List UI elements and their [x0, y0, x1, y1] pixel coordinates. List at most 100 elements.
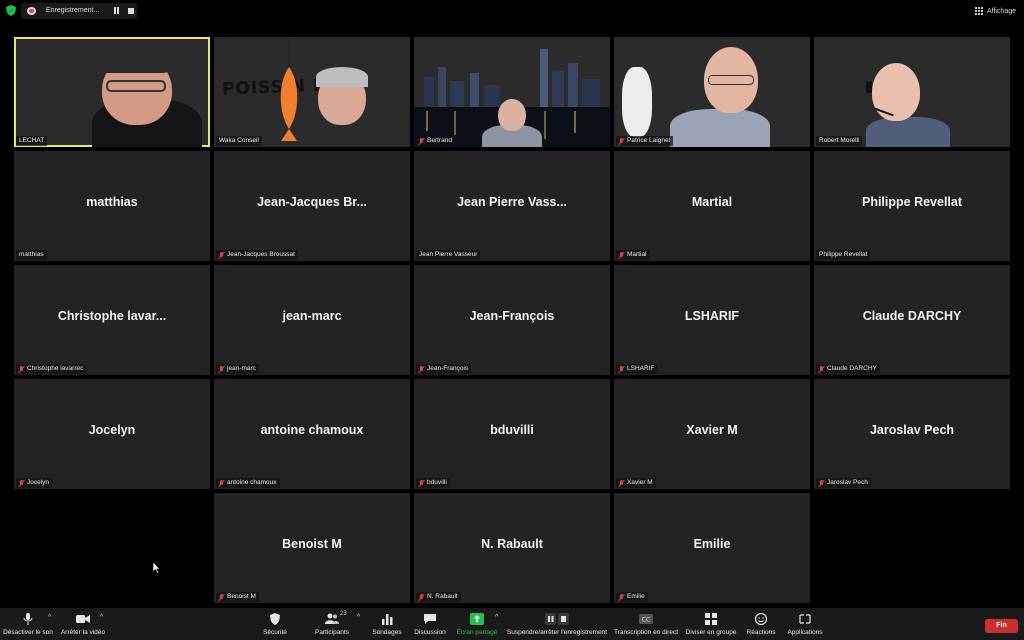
participant-name: Xavier M — [686, 423, 738, 437]
participant-video — [14, 37, 210, 147]
participant-caption: LECHAT — [16, 136, 48, 146]
stop-recording-icon[interactable] — [128, 8, 134, 14]
video-options-caret-icon[interactable]: ^ — [100, 614, 103, 621]
participant-tile[interactable]: matthias matthias — [14, 151, 210, 261]
muted-mic-icon — [219, 593, 225, 601]
share-screen-button[interactable]: Écran partagé — [455, 608, 499, 640]
participant-caption: Bertrand — [416, 136, 455, 146]
participant-tile[interactable]: Jean Pierre Vass... Jean Pierre Vasseur — [414, 151, 610, 261]
apps-icon — [799, 614, 811, 624]
participant-caption: Claude DARCHY — [816, 364, 880, 374]
participant-tile[interactable]: Benoist M Benoist M — [214, 493, 410, 603]
participant-tile[interactable]: Jocelyn Jocelyn — [14, 379, 210, 489]
video-tile-lechat[interactable]: LECHAT — [14, 37, 210, 147]
stop-video-button[interactable]: Arrêter la vidéo — [58, 608, 108, 640]
recording-label: Enregistrement... — [46, 7, 100, 14]
reactions-button[interactable]: Réactions — [742, 608, 780, 640]
share-screen-icon — [470, 613, 484, 625]
mute-button[interactable]: Désactiver le son — [2, 608, 54, 640]
microphone-icon — [23, 613, 33, 625]
participant-name: Jean-Jacques Br... — [257, 195, 367, 209]
participant-tile[interactable]: antoine chamoux antoine chamoux — [214, 379, 410, 489]
end-meeting-button[interactable]: Fin — [985, 619, 1018, 633]
participants-button[interactable]: 23 Participants — [310, 608, 354, 640]
video-label: Arrêter la vidéo — [60, 629, 106, 636]
participants-icon — [325, 613, 339, 624]
participant-tile[interactable]: Christophe lavar... Christophe lavarrec — [14, 265, 210, 375]
mute-label: Désactiver le son — [3, 629, 53, 636]
security-button[interactable]: Sécurité — [255, 608, 295, 640]
recording-icon — [27, 7, 36, 15]
muted-mic-icon — [19, 365, 25, 373]
live-transcript-button[interactable]: CC Transcription en direct — [613, 608, 679, 640]
video-tile-robert-morelli[interactable]: Robert Morelli — [814, 37, 1010, 147]
breakout-rooms-button[interactable]: Diviser en groupe — [684, 608, 738, 640]
bar-chart-icon — [382, 614, 393, 625]
participant-caption: Jaroslav Pech — [816, 478, 871, 488]
muted-mic-icon — [219, 479, 225, 487]
participant-caption: jean-marc — [216, 364, 259, 374]
participant-name: Philippe Revellat — [861, 195, 963, 209]
video-tile-patrice-laignel[interactable]: Patrice Laignel — [614, 37, 810, 147]
participant-tile[interactable]: jean-marc jean-marc — [214, 265, 410, 375]
participant-video — [414, 37, 610, 147]
muted-mic-icon — [819, 365, 825, 373]
participant-name: Christophe lavar... — [57, 309, 167, 323]
shield-icon — [270, 613, 280, 625]
meeting-toolbar: Désactiver le son ^ Arrêter la vidéo ^ S… — [0, 608, 1024, 640]
muted-mic-icon — [619, 137, 625, 145]
participant-name: Jean-François — [469, 309, 555, 323]
muted-mic-icon — [219, 251, 225, 259]
pause-recording-icon[interactable] — [113, 7, 121, 15]
participant-tile[interactable]: Emilie Emilie — [614, 493, 810, 603]
participant-caption: Christophe lavarrec — [16, 364, 87, 374]
participant-tile[interactable]: Jean-Jacques Br... Jean-Jacques Broussat — [214, 151, 410, 261]
video-camera-icon — [76, 615, 90, 623]
video-tile-waka-conseil[interactable]: POISS N RIL ! Waka Conseil — [214, 37, 410, 147]
video-tile-bertrand[interactable]: Bertrand — [414, 37, 610, 147]
shield-icon[interactable] — [6, 5, 16, 16]
recording-control-button[interactable]: Suspendre/arrêter l'enregistrement — [505, 608, 609, 640]
participant-name: Emilie — [693, 537, 731, 551]
chat-button[interactable]: Discussion — [410, 608, 450, 640]
muted-mic-icon — [619, 593, 625, 601]
recording-indicator[interactable]: Enregistrement... — [21, 3, 137, 19]
polls-button[interactable]: Sondages — [368, 608, 406, 640]
participant-name: antoine chamoux — [260, 423, 364, 437]
muted-mic-icon — [619, 251, 625, 259]
participant-tile[interactable]: Jean-François Jean-François — [414, 265, 610, 375]
participant-tile[interactable]: Claude DARCHY Claude DARCHY — [814, 265, 1010, 375]
apps-label: Applications — [787, 629, 823, 636]
apps-button[interactable]: Applications — [784, 608, 826, 640]
participant-caption: Patrice Laignel — [616, 136, 673, 146]
security-label: Sécurité — [263, 629, 287, 636]
participant-tile[interactable]: LSHARIF LSHARIF — [614, 265, 810, 375]
polls-label: Sondages — [372, 629, 402, 636]
participant-caption: Robert Morelli — [816, 136, 863, 146]
share-caret-icon[interactable]: ^ — [495, 614, 498, 621]
chat-bubble-icon — [424, 614, 436, 624]
participant-tile[interactable]: bduvilli bduvilli — [414, 379, 610, 489]
share-label: Écran partagé — [456, 629, 498, 636]
participant-tile[interactable]: Jaroslav Pech Jaroslav Pech — [814, 379, 1010, 489]
participant-video — [814, 37, 1010, 147]
participant-caption: Philippe Revellat — [816, 250, 871, 260]
participant-caption: Xavier M — [616, 478, 656, 488]
participant-tile[interactable]: Philippe Revellat Philippe Revellat — [814, 151, 1010, 261]
mouse-cursor-icon — [153, 562, 161, 574]
participant-tile[interactable]: Xavier M Xavier M — [614, 379, 810, 489]
participant-caption: Jocelyn — [16, 478, 53, 488]
participant-name: Benoist M — [282, 537, 342, 551]
transcript-label: Transcription en direct — [613, 629, 679, 636]
participant-caption: bduvilli — [416, 478, 450, 488]
participant-tile[interactable]: Martial Martial — [614, 151, 810, 261]
participant-video — [614, 37, 810, 147]
breakout-rooms-icon — [705, 613, 717, 625]
participant-tile[interactable]: N. Rabault N. Rabault — [414, 493, 610, 603]
view-button[interactable]: Affichage — [974, 4, 1016, 18]
muted-mic-icon — [619, 479, 625, 487]
participant-caption: antoine chamoux — [216, 478, 280, 488]
participant-name: Claude DARCHY — [862, 309, 962, 323]
participants-caret-icon[interactable]: ^ — [357, 614, 360, 621]
audio-options-caret-icon[interactable]: ^ — [48, 614, 51, 621]
